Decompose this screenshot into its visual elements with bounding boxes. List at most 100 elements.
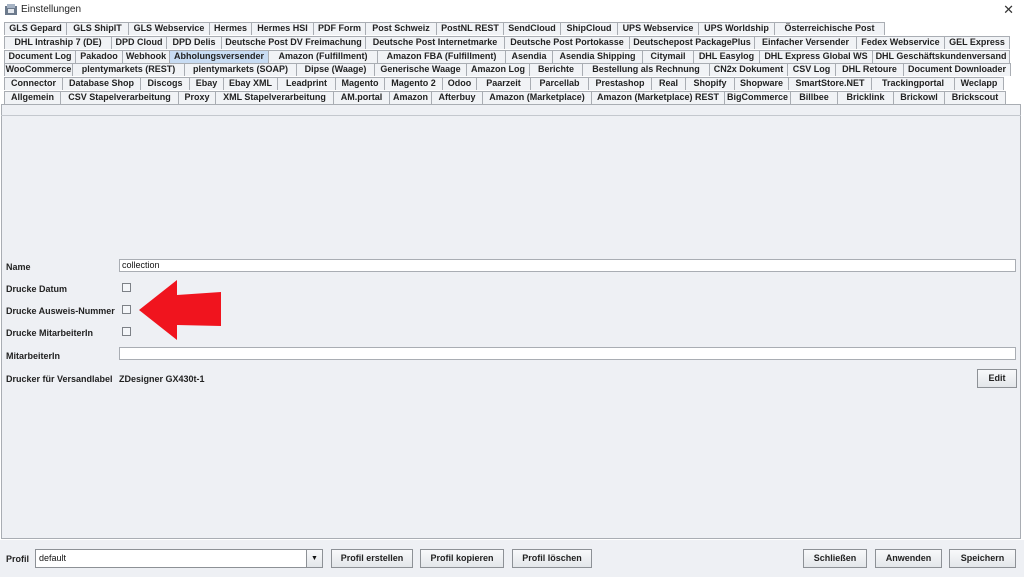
tab[interactable]: Dipse (Waage) xyxy=(296,63,375,76)
tab[interactable]: DPD Delis xyxy=(166,36,222,49)
tab[interactable]: CSV Stapelverarbeitung xyxy=(60,91,179,104)
drucke-mitarbeiter-checkbox[interactable] xyxy=(122,327,131,336)
schliessen-button[interactable]: Schließen xyxy=(803,549,867,568)
tab[interactable]: Deutsche Post Portokasse xyxy=(504,36,630,49)
tab[interactable]: Magento 2 xyxy=(384,77,443,90)
drucke-ausweis-checkbox[interactable] xyxy=(122,305,131,314)
tab[interactable]: Asendia Shipping xyxy=(552,50,643,63)
tab[interactable]: Hermes xyxy=(209,22,252,35)
tab[interactable]: Amazon (Marketplace) REST xyxy=(591,91,725,104)
anwenden-button[interactable]: Anwenden xyxy=(875,549,942,568)
tab[interactable]: Real xyxy=(651,77,686,90)
tab[interactable]: Afterbuy xyxy=(431,91,483,104)
tab[interactable]: Amazon (Marketplace) xyxy=(482,91,592,104)
name-label: Name xyxy=(6,262,31,272)
tab[interactable]: Ebay XML xyxy=(223,77,278,90)
tab[interactable]: Deutsche Post Internetmarke xyxy=(365,36,505,49)
tab[interactable]: DHL Geschäftskundenversand xyxy=(872,50,1010,63)
tab[interactable]: Proxy xyxy=(178,91,216,104)
tab[interactable]: plentymarkets (SOAP) xyxy=(184,63,297,76)
tab[interactable]: Discogs xyxy=(140,77,190,90)
tab[interactable]: CSV Log xyxy=(787,63,836,76)
tab[interactable]: UPS Webservice xyxy=(617,22,699,35)
tab[interactable]: BigCommerce xyxy=(724,91,791,104)
tab[interactable]: GLS Gepard xyxy=(4,22,67,35)
tab[interactable]: Hermes HSI xyxy=(251,22,314,35)
tab[interactable]: Deutschepost PackagePlus xyxy=(629,36,755,49)
tab[interactable]: Generische Waage xyxy=(374,63,467,76)
tab[interactable]: CN2x Dokument xyxy=(709,63,788,76)
tab[interactable]: WooCommerce xyxy=(4,63,73,76)
tab[interactable]: DHL Intraship 7 (DE) xyxy=(4,36,112,49)
tab[interactable]: Bricklink xyxy=(837,91,894,104)
tab[interactable]: DHL Retoure xyxy=(835,63,904,76)
tab[interactable]: ShipCloud xyxy=(560,22,618,35)
tab[interactable]: Pakadoo xyxy=(75,50,123,63)
profil-loeschen-button[interactable]: Profil löschen xyxy=(512,549,592,568)
tab[interactable]: Allgemein xyxy=(4,91,61,104)
tab[interactable]: UPS Worldship xyxy=(698,22,775,35)
tab[interactable]: Connector xyxy=(4,77,63,90)
tab[interactable]: SendCloud xyxy=(503,22,561,35)
tab[interactable]: Document Log xyxy=(4,50,76,63)
tab[interactable]: Brickowl xyxy=(893,91,945,104)
mitarbeiter-field[interactable] xyxy=(119,347,1016,360)
tab[interactable]: Parcellab xyxy=(530,77,589,90)
tab[interactable]: PDF Form xyxy=(313,22,366,35)
profil-select[interactable]: default ▼ xyxy=(35,549,323,568)
chevron-down-icon[interactable]: ▼ xyxy=(306,550,322,567)
speichern-button[interactable]: Speichern xyxy=(949,549,1016,568)
tab[interactable]: Trackingportal xyxy=(871,77,955,90)
tab[interactable]: Billbee xyxy=(790,91,838,104)
profil-label: Profil xyxy=(6,554,30,564)
tab[interactable]: Berichte xyxy=(529,63,583,76)
tab[interactable]: Shopify xyxy=(685,77,735,90)
tab[interactable]: GLS ShipIT xyxy=(66,22,129,35)
window-title: Einstellungen xyxy=(21,4,82,15)
tab[interactable]: Einfacher Versender xyxy=(754,36,857,49)
tab[interactable]: PostNL REST xyxy=(436,22,504,35)
tab[interactable]: Magento xyxy=(335,77,385,90)
tab[interactable]: Brickscout xyxy=(944,91,1006,104)
tab[interactable]: Post Schweiz xyxy=(365,22,437,35)
name-field[interactable]: collection xyxy=(119,259,1016,272)
tab[interactable]: Amazon Log xyxy=(466,63,530,76)
drucke-ausweis-label: Drucke Ausweis-Nummer xyxy=(6,306,115,316)
tab[interactable]: Österreichische Post xyxy=(774,22,885,35)
tab[interactable]: Amazon (Fulfillment) xyxy=(268,50,378,63)
tab[interactable]: Webhook xyxy=(122,50,170,63)
tab[interactable]: Abholungsversender xyxy=(169,50,269,63)
profil-erstellen-button[interactable]: Profil erstellen xyxy=(331,549,413,568)
tab[interactable]: Database Shop xyxy=(62,77,141,90)
tab[interactable]: Paarzeit xyxy=(476,77,531,90)
tab[interactable]: Asendia xyxy=(505,50,553,63)
tab[interactable]: Bestellung als Rechnung xyxy=(582,63,710,76)
tab[interactable]: Weclapp xyxy=(954,77,1004,90)
tab[interactable]: Odoo xyxy=(442,77,477,90)
tab[interactable]: Leadprint xyxy=(277,77,336,90)
tab[interactable]: plentymarkets (REST) xyxy=(72,63,185,76)
tab[interactable]: GEL Express xyxy=(944,36,1010,49)
tab[interactable]: DPD Cloud xyxy=(111,36,167,49)
tab[interactable]: Shopware xyxy=(734,77,789,90)
tab[interactable]: Amazon FBA (Fulfillment) xyxy=(377,50,506,63)
tab[interactable]: Citymail xyxy=(642,50,694,63)
edit-button[interactable]: Edit xyxy=(977,369,1017,388)
drucke-datum-checkbox[interactable] xyxy=(122,283,131,292)
tab-row: GLS Gepard GLS ShipIT GLS Webservice Hermes… xyxy=(4,22,885,36)
tab[interactable]: DHL Easylog xyxy=(693,50,760,63)
tab[interactable]: Deutsche Post DV Freimachung xyxy=(221,36,366,49)
close-icon[interactable]: ✕ xyxy=(1003,2,1014,18)
tab[interactable]: DHL Express Global WS xyxy=(759,50,873,63)
tab[interactable]: XML Stapelverarbeitung xyxy=(215,91,334,104)
tab[interactable]: GLS Webservice xyxy=(128,22,210,35)
tab[interactable]: Ebay xyxy=(189,77,224,90)
tab[interactable]: Amazon xyxy=(389,91,432,104)
tab[interactable]: AM.portal xyxy=(333,91,390,104)
tab[interactable]: Prestashop xyxy=(588,77,652,90)
tab-row: Connector Database Shop Discogs Ebay Ebay XM… xyxy=(4,77,1004,91)
tab[interactable]: Document Downloader xyxy=(903,63,1011,76)
profil-kopieren-button[interactable]: Profil kopieren xyxy=(420,549,504,568)
tab[interactable]: Fedex Webservice xyxy=(856,36,945,49)
tab[interactable]: SmartStore.NET xyxy=(788,77,872,90)
